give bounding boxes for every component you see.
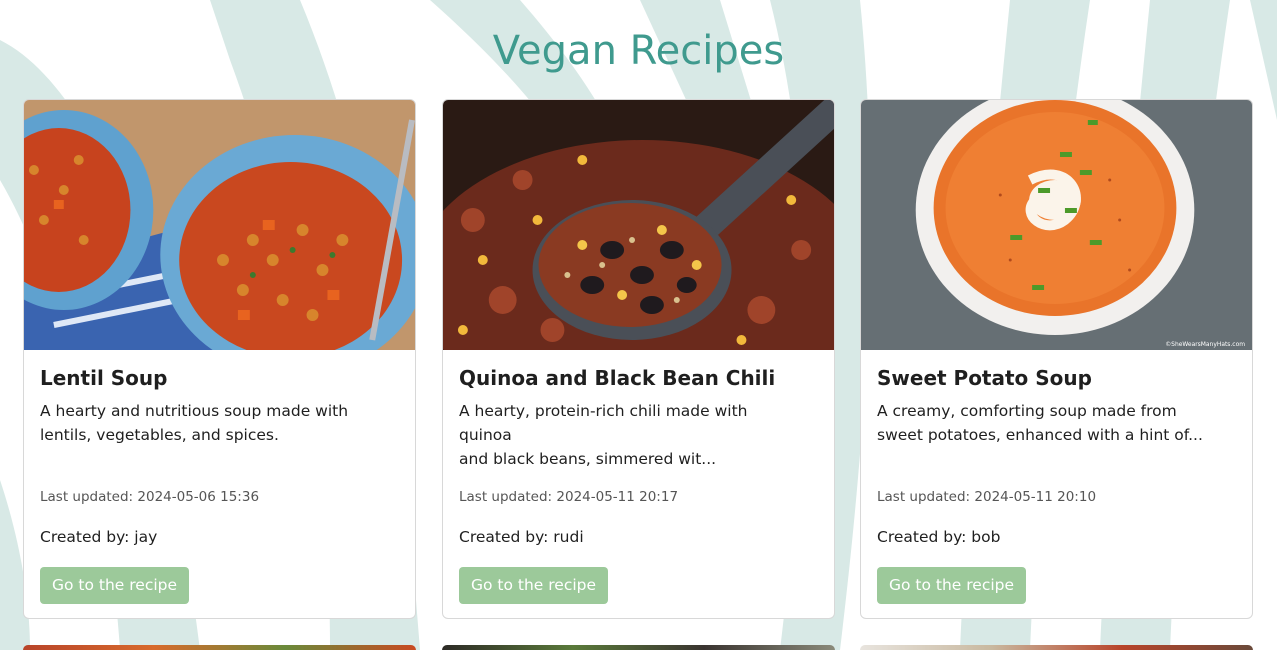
next-recipe-card-peek[interactable]: [23, 645, 416, 650]
recipe-last-updated: Last updated: 2024-05-11 20:17: [459, 489, 679, 505]
go-to-recipe-button[interactable]: Go to the recipe: [459, 567, 609, 604]
recipe-card-lentil-soup: Lentil Soup A hearty and nutritious soup…: [23, 99, 416, 619]
recipe-description-line: sweet potatoes, enhanced with a hint of.…: [877, 426, 1203, 444]
recipe-card-quinoa-chili: Quinoa and Black Bean Chili A hearty, pr…: [442, 99, 835, 619]
next-recipe-card-peek[interactable]: [860, 645, 1253, 650]
quinoa-chili-photo: [443, 100, 834, 350]
recipe-creator: Created by: rudi: [459, 528, 584, 546]
recipe-last-updated: Last updated: 2024-05-06 15:36: [40, 489, 260, 505]
recipe-card-sweet-potato-soup: ©SheWearsManyHats.com Sweet Potato Soup …: [860, 99, 1253, 619]
recipe-description: A hearty and nutritious soup made with l…: [40, 399, 380, 447]
recipe-description-line: A hearty, protein-rich chili made with q…: [459, 402, 748, 444]
next-recipe-card-peek[interactable]: [442, 645, 835, 650]
sweet-potato-soup-photo: ©SheWearsManyHats.com: [861, 100, 1252, 350]
go-to-recipe-button[interactable]: Go to the recipe: [877, 567, 1027, 604]
recipe-creator: Created by: bob: [877, 528, 1001, 546]
go-to-recipe-button[interactable]: Go to the recipe: [40, 567, 190, 604]
recipe-title[interactable]: Lentil Soup: [40, 366, 167, 390]
recipe-description-line: and black beans, simmered wit...: [459, 450, 717, 468]
recipe-description: A creamy, comforting soup made from swee…: [877, 399, 1217, 447]
page-title: Vegan Recipes: [492, 28, 785, 74]
lentil-soup-photo: [24, 100, 415, 350]
recipe-description: A hearty, protein-rich chili made with q…: [459, 399, 799, 471]
recipe-last-updated: Last updated: 2024-05-11 20:10: [877, 489, 1097, 505]
recipe-description-line: lentils, vegetables, and spices.: [40, 426, 279, 444]
photo-watermark: ©SheWearsManyHats.com: [1165, 341, 1245, 348]
recipe-creator: Created by: jay: [40, 528, 158, 546]
recipe-title[interactable]: Quinoa and Black Bean Chili: [459, 366, 775, 390]
recipe-description-line: A creamy, comforting soup made from: [877, 402, 1177, 420]
recipe-description-line: A hearty and nutritious soup made with: [40, 402, 349, 420]
recipe-title[interactable]: Sweet Potato Soup: [877, 366, 1092, 390]
